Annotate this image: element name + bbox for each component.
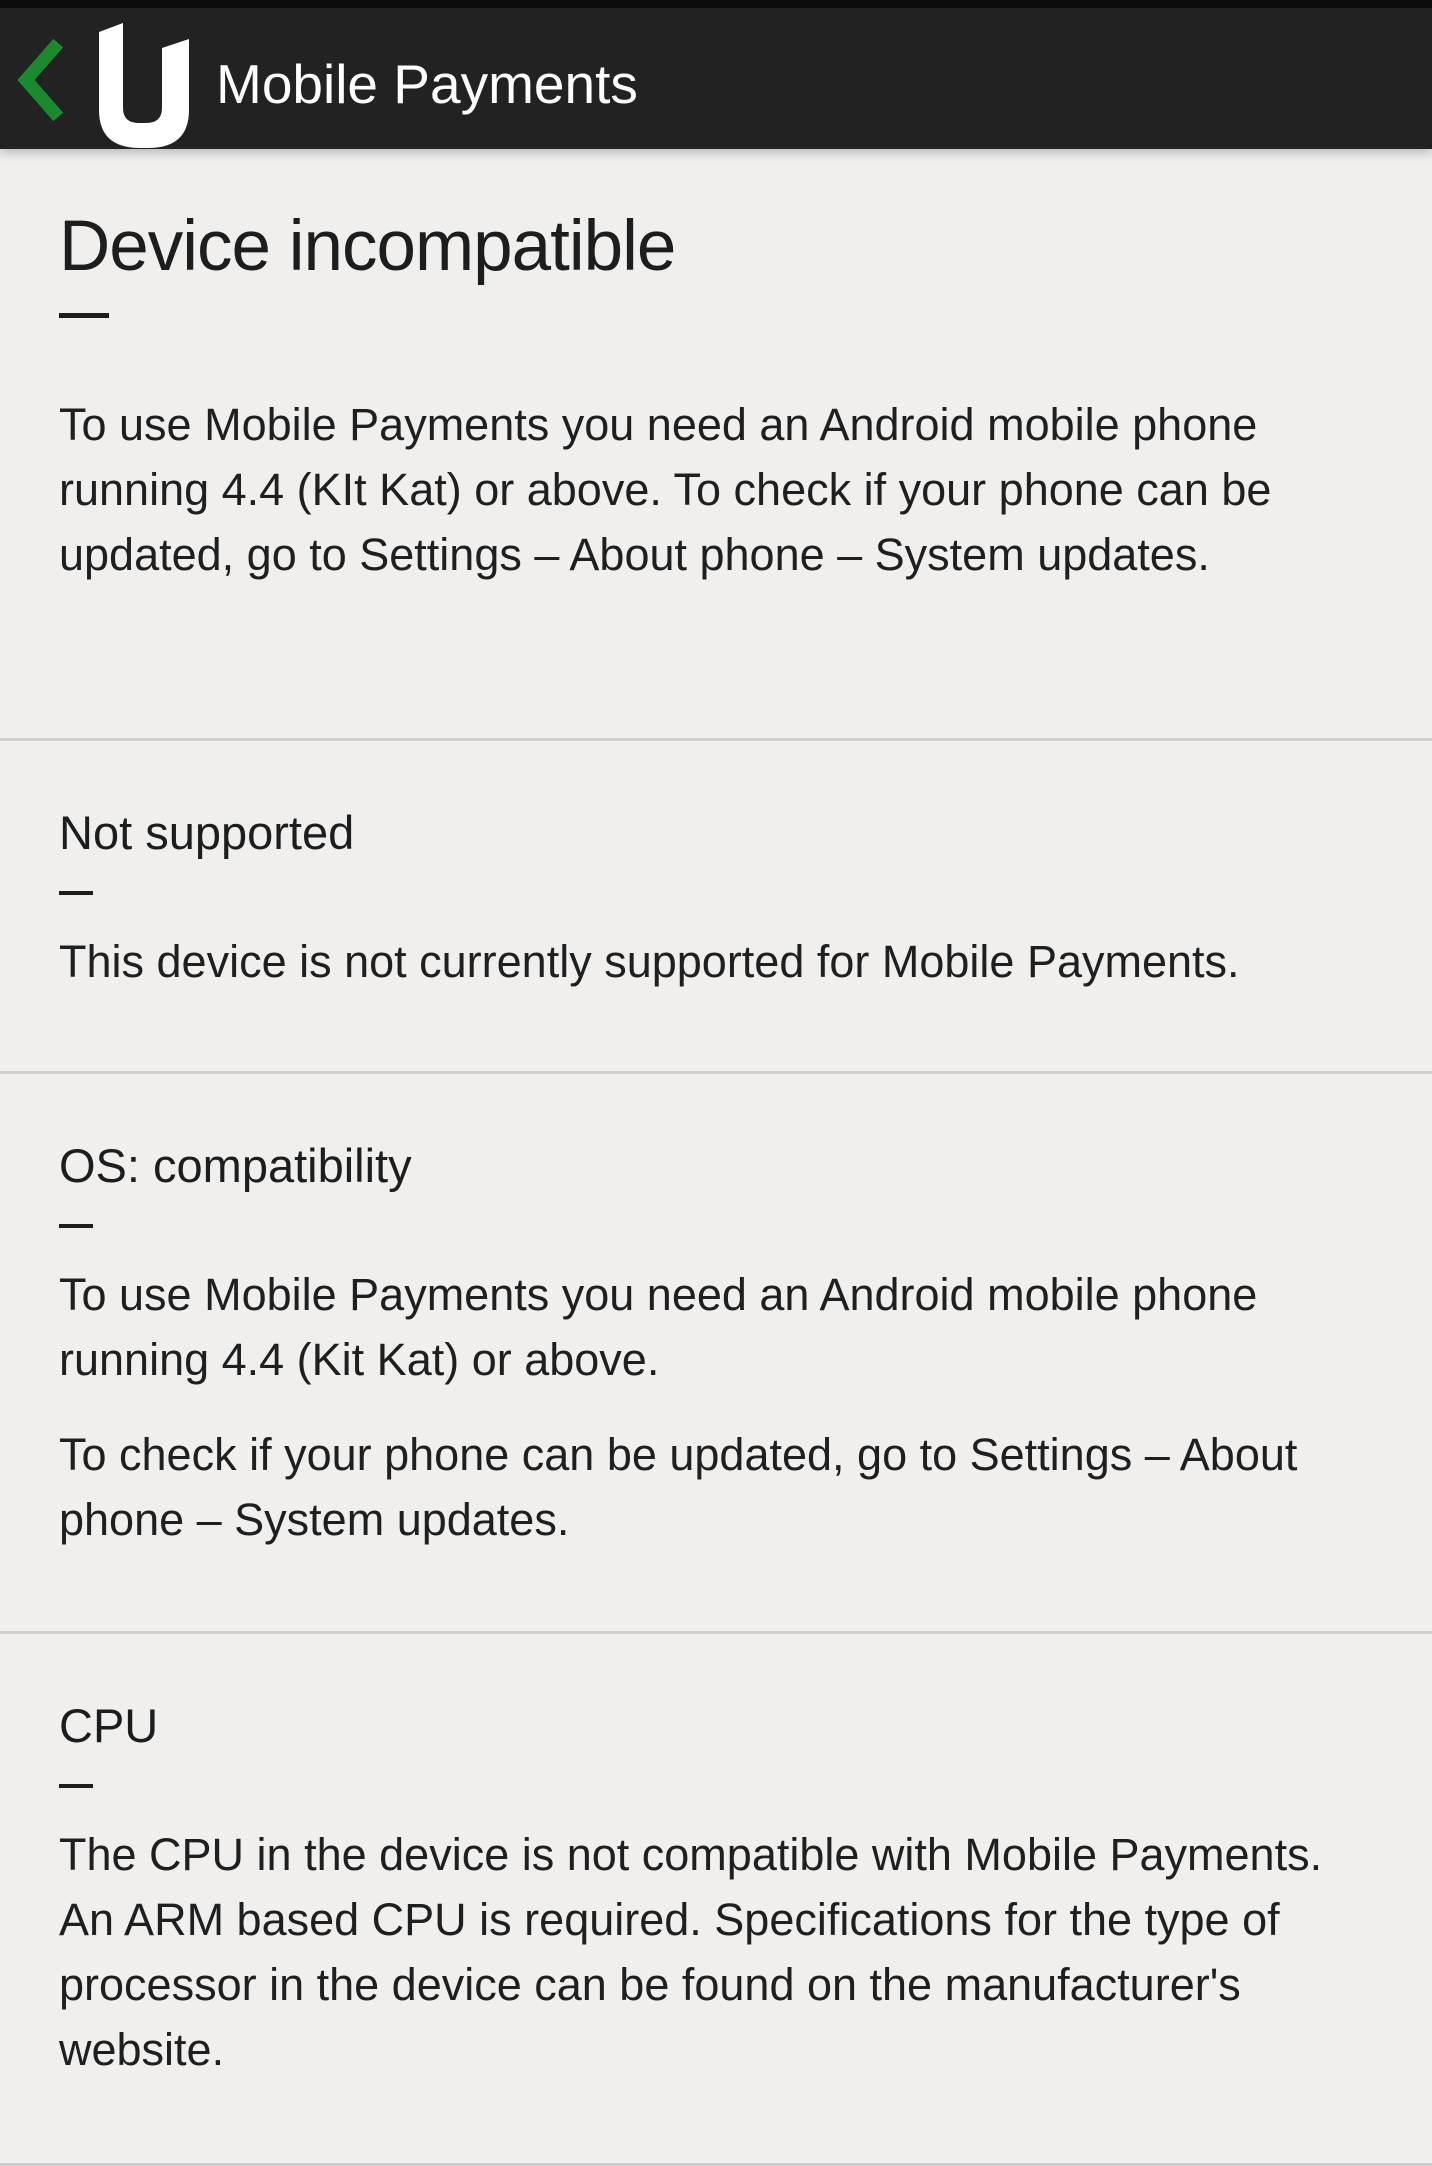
section-text: To check if your phone can be updated, g… [59,1429,1298,1545]
back-button[interactable] [8,30,72,130]
section-title: Not supported [59,806,355,859]
u-logo-icon [96,20,196,148]
intro-text: To use Mobile Payments you need an Andro… [59,399,1272,580]
section-divider [59,1224,93,1228]
section-text: This device is not currently supported f… [59,936,1240,987]
os-compatibility-section: OS: compatibility To use Mobile Payments… [0,1074,1432,1634]
title-divider [59,313,109,318]
content: Device incompatible To use Mobile Paymen… [0,149,1432,2166]
app-bar: Mobile Payments [0,0,1432,149]
section-title: CPU [59,1699,159,1752]
app-title: Mobile Payments [216,53,638,115]
section-divider [59,891,93,895]
page-title: Device incompatible [59,207,676,286]
cpu-section: CPU The CPU in the device is not compati… [0,1634,1432,2166]
section-divider [59,1784,93,1788]
chevron-left-icon [17,38,64,122]
section-text: The CPU in the device is not compatible … [59,1829,1323,2075]
not-supported-section: Not supported This device is not current… [0,741,1432,1074]
device-incompatible-section: Device incompatible To use Mobile Paymen… [0,149,1432,741]
section-text: To use Mobile Payments you need an Andro… [59,1269,1258,1385]
section-title: OS: compatibility [59,1139,412,1192]
